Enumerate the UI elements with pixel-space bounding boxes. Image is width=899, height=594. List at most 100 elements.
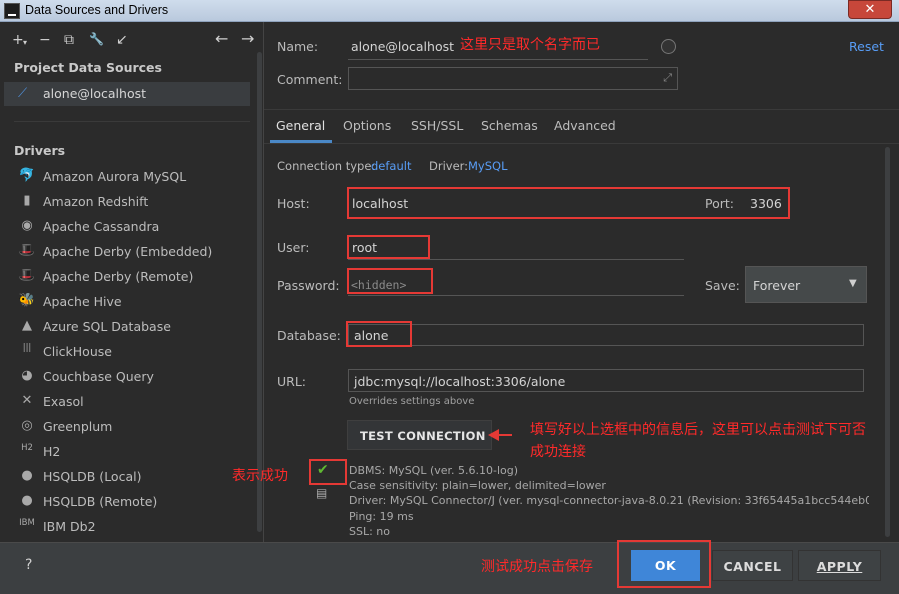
- mysql-dolphin-icon: ⟋: [18, 86, 28, 101]
- duplicate-icon[interactable]: ⧉: [64, 33, 74, 47]
- password-highlight: [347, 268, 433, 294]
- driver-label: Apache Cassandra: [43, 219, 160, 234]
- expand-icon[interactable]: ⤢: [663, 71, 672, 85]
- add-icon[interactable]: +: [12, 33, 24, 47]
- add-dropdown-caret-icon[interactable]: ▾: [23, 36, 27, 50]
- tab-ssh-ssl[interactable]: SSH/SSL: [411, 118, 463, 133]
- help-button[interactable]: ?: [25, 557, 32, 573]
- annotation-arrow-head: [488, 429, 499, 441]
- result-line: DBMS: MySQL (ver. 5.6.10-log): [349, 464, 519, 477]
- connection-type-link[interactable]: default: [371, 159, 411, 173]
- comment-field[interactable]: ⤢: [348, 67, 678, 90]
- tab-advanced[interactable]: Advanced: [554, 118, 616, 133]
- save-dropdown[interactable]: Forever ▼: [745, 266, 867, 303]
- result-line: SSL: no: [349, 524, 390, 538]
- data-sources-panel: + ▾ − ⧉ 🔧 ↙ ← → Project Data Sources ⟋ a…: [0, 22, 264, 542]
- driver-label: Amazon Aurora MySQL: [43, 169, 187, 184]
- test-connection-button[interactable]: TEST CONNECTION: [347, 420, 492, 450]
- url-field[interactable]: jdbc:mysql://localhost:3306/alone: [348, 369, 864, 392]
- driver-item[interactable]: 🐬 Amazon Aurora MySQL: [14, 166, 250, 188]
- host-port-highlight: [347, 187, 790, 219]
- cancel-button[interactable]: CANCEL: [712, 550, 793, 581]
- driver-item[interactable]: ● HSQLDB (Remote): [14, 491, 250, 513]
- success-check-icon: ✔: [317, 462, 329, 478]
- wrench-icon[interactable]: 🔧: [89, 32, 104, 46]
- dialog-button-bar: ? 测试成功点击保存 OK CANCEL APPLY: [0, 540, 899, 594]
- driver-label: IBM Db2: [43, 519, 96, 534]
- connection-result: DBMS: MySQL (ver. 5.6.10-log) Case sensi…: [349, 463, 869, 539]
- success-annotation: 表示成功: [232, 468, 288, 484]
- driver-link[interactable]: MySQL: [468, 159, 508, 173]
- url-note: Overrides settings above: [349, 396, 475, 407]
- driver-icon: ◎: [21, 418, 33, 433]
- chevron-down-icon: ▼: [849, 278, 857, 289]
- import-icon[interactable]: ↙: [116, 33, 128, 47]
- driver-icon: H2: [21, 443, 33, 453]
- name-field-underline: [348, 59, 648, 60]
- driver-item[interactable]: 🎩 Apache Derby (Remote): [14, 266, 250, 288]
- back-arrow-icon[interactable]: ←: [215, 31, 228, 47]
- password-label: Password:: [277, 278, 340, 293]
- save-dropdown-value: Forever: [753, 278, 801, 293]
- color-circle-icon[interactable]: [661, 39, 676, 54]
- driver-item[interactable]: IBM IBM Db2: [14, 516, 250, 538]
- driver-icon: ◉: [21, 218, 33, 233]
- driver-item[interactable]: ● HSQLDB (Local): [14, 466, 250, 488]
- save-label: Save:: [705, 278, 740, 293]
- driver-icon: |||: [22, 343, 32, 353]
- comment-label: Comment:: [277, 72, 343, 87]
- window-title-bar: Data Sources and Drivers ✕: [0, 0, 899, 22]
- driver-item[interactable]: ◉ Apache Cassandra: [14, 216, 250, 238]
- tab-options[interactable]: Options: [343, 118, 391, 133]
- url-value: jdbc:mysql://localhost:3306/alone: [354, 374, 566, 389]
- data-source-item[interactable]: ⟋ alone@localhost: [4, 82, 250, 106]
- section-divider: [14, 121, 250, 122]
- host-label: Host:: [277, 196, 310, 211]
- driver-item[interactable]: ||| ClickHouse: [14, 341, 250, 363]
- data-source-label: alone@localhost: [43, 86, 147, 101]
- driver-label: ClickHouse: [43, 344, 112, 359]
- ok-button[interactable]: OK: [631, 550, 700, 581]
- driver-item[interactable]: ◕ Couchbase Query: [14, 366, 250, 388]
- driver-label: HSQLDB (Remote): [43, 494, 158, 509]
- database-field-box[interactable]: [348, 324, 864, 346]
- tab-general[interactable]: General: [276, 118, 325, 133]
- driver-icon: ●: [21, 468, 33, 483]
- driver-item[interactable]: ◎ Greenplum: [14, 416, 250, 438]
- driver-icon: ✕: [21, 393, 33, 408]
- connection-type-label: Connection type:: [277, 159, 376, 173]
- tab-schemas[interactable]: Schemas: [481, 118, 538, 133]
- driver-label: Apache Hive: [43, 294, 122, 309]
- remove-icon[interactable]: −: [39, 33, 51, 47]
- driver-item[interactable]: ▮ Amazon Redshift: [14, 191, 250, 213]
- driver-icon: ●: [21, 493, 33, 508]
- driver-icon: 🎩: [18, 243, 36, 258]
- result-line: Case sensitivity: plain=lower, delimited…: [349, 479, 606, 493]
- url-label: URL:: [277, 374, 307, 389]
- driver-icon: ▲: [22, 318, 32, 333]
- copy-result-icon[interactable]: ▤: [316, 486, 327, 500]
- driver-icon: 🐬: [18, 168, 36, 183]
- driver-label: H2: [43, 444, 61, 459]
- driver-label: Azure SQL Database: [43, 319, 171, 334]
- apply-button[interactable]: APPLY: [798, 550, 881, 581]
- driver-item[interactable]: ✕ Exasol: [14, 391, 250, 413]
- left-scrollbar[interactable]: [257, 52, 262, 532]
- driver-icon: IBM: [19, 518, 35, 528]
- driver-icon: ▮: [23, 193, 31, 208]
- name-annotation: 这里只是取个名字而已: [460, 37, 600, 53]
- driver-item[interactable]: 🐝 Apache Hive: [14, 291, 250, 313]
- database-label: Database:: [277, 328, 341, 343]
- forward-arrow-icon[interactable]: →: [241, 31, 254, 47]
- reset-link[interactable]: Reset: [849, 39, 884, 54]
- driver-item[interactable]: ▲ Azure SQL Database: [14, 316, 250, 338]
- driver-item[interactable]: H2 H2: [14, 441, 250, 463]
- window-title: Data Sources and Drivers: [25, 3, 169, 17]
- right-scrollbar[interactable]: [885, 147, 890, 537]
- driver-label: Driver:: [429, 159, 469, 173]
- ok-annotation: 测试成功点击保存: [481, 559, 593, 575]
- close-window-button[interactable]: ✕: [848, 0, 892, 19]
- driver-label: HSQLDB (Local): [43, 469, 142, 484]
- name-field[interactable]: alone@localhost: [351, 39, 454, 54]
- driver-item[interactable]: 🎩 Apache Derby (Embedded): [14, 241, 250, 263]
